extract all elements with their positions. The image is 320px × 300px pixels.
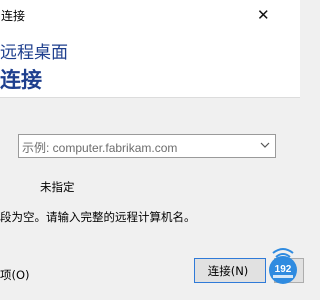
computer-input-placeholder: 示例: computer.fabrikam.com xyxy=(22,141,178,155)
show-options-link[interactable]: 项(O) xyxy=(0,267,30,283)
watermark-text: 192 xyxy=(275,264,292,275)
page-title: 连接 xyxy=(0,68,42,92)
app-name: 远程桌面 xyxy=(0,43,68,63)
computer-combobox[interactable]: 示例: computer.fabrikam.com xyxy=(18,134,276,158)
user-name-value: 未指定 xyxy=(40,180,75,194)
close-icon[interactable]: ✕ xyxy=(257,8,270,23)
hint-text: 段为空。请输入完整的远程计算机名。 xyxy=(0,210,196,224)
header-panel: 远程桌面 连接 xyxy=(0,31,300,97)
window-title: 连接 xyxy=(1,9,26,23)
connect-button[interactable]: 连接(N) xyxy=(194,258,266,283)
header-divider xyxy=(0,97,300,98)
wifi-icon: 192 xyxy=(269,248,297,284)
chevron-down-icon[interactable] xyxy=(259,139,271,151)
title-bar: 连接 ✕ xyxy=(0,0,300,31)
